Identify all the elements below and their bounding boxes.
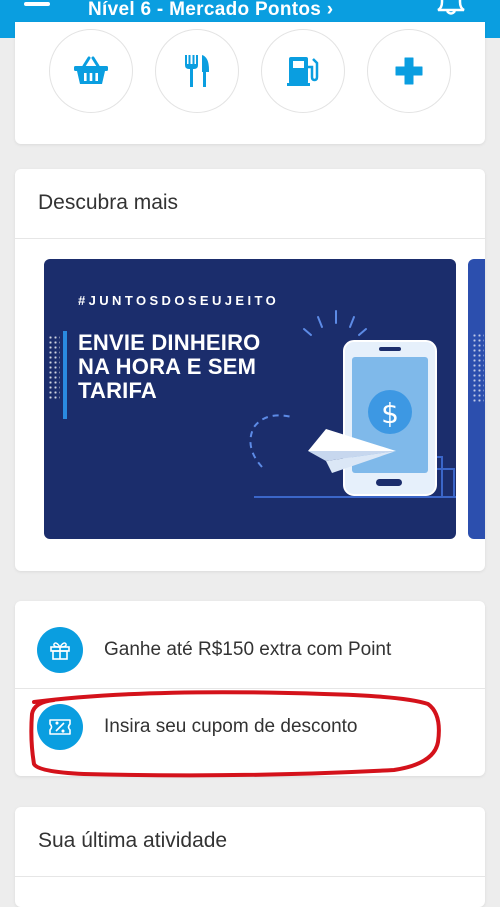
link-point-offer-label: Ganhe até R$150 extra com Point (104, 639, 392, 660)
link-point-offer[interactable]: Ganhe até R$150 extra com Point (15, 612, 485, 688)
divider (15, 238, 485, 239)
discover-more-card: Descubra mais #JUNTOSDOSEUJEITO ENVIE DI… (15, 169, 485, 571)
shortcut-supermarket[interactable] (49, 29, 133, 113)
promo-banner[interactable]: #JUNTOSDOSEUJEITO ENVIE DINHEIRO NA HORA… (44, 259, 456, 539)
gas-pump-icon (287, 57, 319, 86)
coupon-icon (49, 719, 71, 735)
link-coupon[interactable]: Insira seu cupom de desconto (15, 689, 485, 765)
activity-title: Sua última atividade (38, 829, 228, 852)
hamburger-menu-icon[interactable] (24, 2, 50, 6)
discover-title: Descubra mais (38, 191, 179, 214)
banner-dot-pattern (472, 333, 484, 403)
fork-knife-icon (185, 55, 209, 87)
plus-cross-icon (395, 57, 423, 85)
next-banner-peek[interactable] (468, 259, 485, 539)
shortcuts-card (15, 22, 485, 144)
phone-paper-plane-illustration: $ (249, 310, 456, 498)
quick-links-card: Ganhe até R$150 extra com Point Insira s… (15, 601, 485, 776)
link-coupon-label: Insira seu cupom de desconto (104, 716, 358, 737)
svg-text:$: $ (381, 397, 399, 430)
bell-icon[interactable] (436, 0, 466, 16)
shortcut-health[interactable] (367, 29, 451, 113)
divider (15, 876, 485, 877)
shortcut-restaurants[interactable] (155, 29, 239, 113)
shortcut-gas-station[interactable] (261, 29, 345, 113)
last-activity-card: Sua última atividade (15, 807, 485, 907)
gift-icon (50, 642, 70, 660)
coupon-icon-circle (37, 704, 83, 750)
level-points-link[interactable]: Nível 6 - Mercado Pontos › (88, 0, 333, 21)
banner-accent-bar (63, 331, 67, 419)
basket-icon (74, 56, 108, 84)
gift-icon-circle (37, 627, 83, 673)
banner-dot-pattern (48, 335, 60, 399)
